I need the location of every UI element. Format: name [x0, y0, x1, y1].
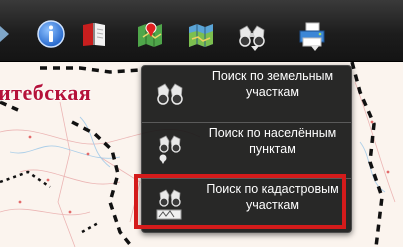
- map-marker-icon: [138, 22, 162, 47]
- menu-item-label: Поиск по кадастровым участкам: [206, 182, 339, 212]
- book-icon: [83, 23, 105, 46]
- binoculars-icon: [157, 83, 183, 105]
- menu-item-label: Поиск по земельным участкам: [211, 69, 334, 99]
- map-layers-button[interactable]: [185, 18, 217, 50]
- map-legend-button[interactable]: [134, 18, 166, 50]
- region-label: итебская: [0, 80, 92, 105]
- info-icon: [37, 20, 65, 48]
- book-button[interactable]: [78, 18, 110, 50]
- menu-item-search-settlements[interactable]: Поиск по населённым пунктам: [142, 123, 351, 177]
- map-icon: [189, 24, 213, 47]
- binoculars-icon: [239, 25, 265, 47]
- menu-item-search-cadastral-plots[interactable]: Поиск по кадастровым участкам: [142, 179, 351, 233]
- menu-item-search-land-plots[interactable]: Поиск по земельным участкам: [142, 66, 351, 120]
- partial-toolbar-icon: [0, 18, 12, 50]
- binoculars-parcel-icon: [156, 189, 182, 220]
- info-button[interactable]: [35, 18, 67, 50]
- printer-icon: [299, 22, 325, 47]
- print-dropdown-arrow[interactable]: [311, 46, 319, 51]
- search-dropdown-menu: Поиск по земельным участкам Поиск по нас…: [141, 65, 352, 233]
- binoculars-pin-icon: [159, 135, 181, 164]
- search-dropdown-arrow[interactable]: [251, 46, 259, 51]
- toolbar: [0, 0, 403, 62]
- menu-item-label: Поиск по населённым пунктам: [208, 126, 337, 156]
